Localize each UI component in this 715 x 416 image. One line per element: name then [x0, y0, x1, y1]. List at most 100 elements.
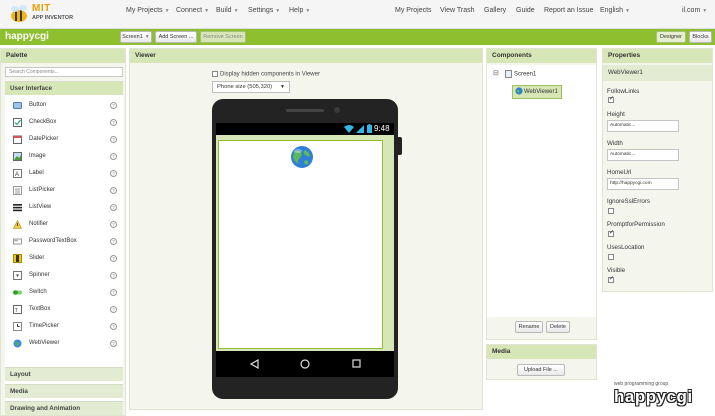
help-icon[interactable]: ? — [110, 221, 117, 228]
palette-item-label: WebViewer — [29, 340, 60, 346]
palette-search-input[interactable]: Search Components... — [5, 67, 123, 77]
help-icon[interactable]: ? — [110, 119, 117, 126]
signal-icon — [356, 125, 364, 133]
recent-apps-icon — [352, 359, 361, 368]
help-icon[interactable]: ? — [110, 170, 117, 177]
display-hidden-components-toggle[interactable]: Display hidden components in Viewer — [212, 71, 320, 78]
media-header: Media — [487, 345, 596, 359]
help-icon[interactable]: ? — [110, 255, 117, 262]
link-gallery[interactable]: Gallery — [484, 7, 506, 14]
prop-followlinks-checkbox[interactable] — [608, 95, 614, 103]
prop-promptpermission-checkbox[interactable] — [608, 229, 614, 237]
tree-item-screen1[interactable]: Screen1 — [505, 70, 536, 78]
webviewer1-component[interactable] — [218, 140, 383, 349]
help-icon[interactable]: ? — [110, 187, 117, 194]
link-my-projects[interactable]: My Projects — [395, 7, 432, 14]
section-user-interface[interactable]: User Interface — [5, 81, 123, 95]
display-hidden-checkbox[interactable] — [212, 71, 218, 77]
prop-ignoressl-checkbox[interactable] — [608, 208, 614, 214]
happycgi-watermark: web programming group happycgi — [614, 381, 713, 413]
phone-size-dropdown[interactable]: Phone size (505,320) ▼ — [212, 81, 290, 93]
help-icon[interactable]: ? — [110, 340, 117, 347]
section-layout[interactable]: Layout — [5, 367, 123, 381]
palette-item-notifier[interactable]: Notifier ? — [5, 217, 123, 233]
link-guide[interactable]: Guide — [516, 7, 535, 14]
prop-visible-checkbox[interactable] — [608, 275, 614, 283]
section-drawing-animation[interactable]: Drawing and Animation — [5, 401, 123, 415]
help-icon[interactable]: ? — [110, 153, 117, 160]
help-icon[interactable]: ? — [110, 102, 117, 109]
project-toolbar: happycgi Screen1 ▼ Add Screen ... Remove … — [0, 29, 715, 45]
menu-my-projects[interactable]: My Projects ▼ — [126, 7, 170, 14]
menu-build[interactable]: Build ▼ — [216, 7, 239, 14]
palette-item-label-component[interactable]: A Label ? — [5, 166, 123, 182]
palette-item-timepicker[interactable]: TimePicker ? — [5, 319, 123, 335]
menu-build-label: Build — [216, 7, 232, 14]
prop-width-input[interactable]: Automatic... — [607, 149, 679, 161]
screen-select-dropdown[interactable]: Screen1 ▼ — [120, 31, 152, 43]
menu-connect[interactable]: Connect ▼ — [176, 7, 209, 14]
collapse-icon[interactable]: ⊟ — [493, 69, 499, 77]
palette-item-checkbox[interactable]: CheckBox ? — [5, 115, 123, 131]
palette-item-listpicker[interactable]: ListPicker ? — [5, 183, 123, 199]
help-icon[interactable]: ? — [110, 136, 117, 143]
upload-file-button[interactable]: Upload File ... — [517, 364, 565, 376]
chevron-down-icon: ▼ — [280, 84, 285, 90]
link-view-trash[interactable]: View Trash — [440, 7, 475, 14]
chevron-down-icon: ▼ — [164, 8, 170, 14]
palette-item-label: Notifier — [29, 221, 49, 227]
prop-height-input[interactable]: Automatic... — [607, 120, 679, 132]
help-icon[interactable]: ? — [110, 323, 117, 330]
chevron-down-icon: ▼ — [275, 8, 281, 14]
button-icon — [13, 102, 22, 109]
palette-item-image[interactable]: Image ? — [5, 149, 123, 165]
menu-help[interactable]: Help ▼ — [289, 7, 310, 14]
datepicker-icon — [13, 135, 22, 144]
delete-button[interactable]: Delete — [546, 321, 570, 333]
palette-item-slider[interactable]: Slider ? — [5, 251, 123, 267]
section-media[interactable]: Media — [5, 384, 123, 398]
help-icon[interactable]: ? — [110, 306, 117, 313]
help-icon[interactable]: ? — [110, 272, 117, 279]
watermark-brand: happycgi — [614, 387, 693, 406]
prop-useslocation-label: UsesLocation — [607, 244, 645, 251]
palette-item-label: CheckBox — [29, 119, 57, 125]
help-icon[interactable]: ? — [110, 289, 117, 296]
wifi-icon — [344, 125, 354, 133]
palette-item-button[interactable]: Button ? — [5, 98, 123, 114]
palette-item-label: TimePicker — [29, 323, 59, 329]
help-icon[interactable]: ? — [110, 204, 117, 211]
blocks-button[interactable]: Blocks — [689, 31, 712, 43]
palette-item-spinner[interactable]: Spinner ? — [5, 268, 123, 284]
add-screen-button[interactable]: Add Screen ... — [155, 31, 197, 43]
designer-button[interactable]: Designer — [656, 31, 686, 43]
menu-account[interactable]: il.com ▼ — [682, 7, 707, 14]
prop-useslocation-checkbox[interactable] — [608, 254, 614, 260]
palette-item-passwordtextbox[interactable]: ** PasswordTextBox ? — [5, 234, 123, 250]
timepicker-icon — [13, 322, 22, 331]
link-report-issue[interactable]: Report an Issue — [544, 7, 593, 14]
image-icon — [13, 152, 22, 161]
palette-item-label: DatePicker — [29, 136, 59, 142]
palette-item-webviewer[interactable]: WebViewer ? — [5, 336, 123, 352]
menu-language[interactable]: English ▼ — [600, 7, 630, 14]
palette-item-textbox[interactable]: T TextBox ? — [5, 302, 123, 318]
prop-homeurl-input[interactable]: http://happycgi.com — [607, 178, 679, 190]
chevron-down-icon: ▼ — [204, 8, 210, 14]
rename-button[interactable]: Rename — [515, 321, 543, 333]
webviewer-icon — [515, 87, 523, 96]
battery-icon — [367, 124, 372, 133]
palette-item-listview[interactable]: ListView ? — [5, 200, 123, 216]
remove-screen-button[interactable]: Remove Screen — [200, 31, 246, 43]
tree-item-label: WebViewer1 — [524, 89, 558, 95]
app-inventor-logo[interactable]: MIT APP INVENTOR — [8, 3, 98, 25]
tree-item-webviewer1[interactable]: WebViewer1 — [512, 85, 562, 99]
palette-item-switch[interactable]: Switch ? — [5, 285, 123, 301]
components-panel: Components ⊟ Screen1 WebViewer1 Rename D… — [486, 48, 597, 340]
phone-screen[interactable] — [216, 135, 394, 351]
palette-item-datepicker[interactable]: DatePicker ? — [5, 132, 123, 148]
palette-panel: Palette Search Components... User Interf… — [0, 48, 126, 416]
help-icon[interactable]: ? — [110, 238, 117, 245]
spinner-icon — [13, 271, 22, 280]
menu-settings[interactable]: Settings ▼ — [248, 7, 280, 14]
